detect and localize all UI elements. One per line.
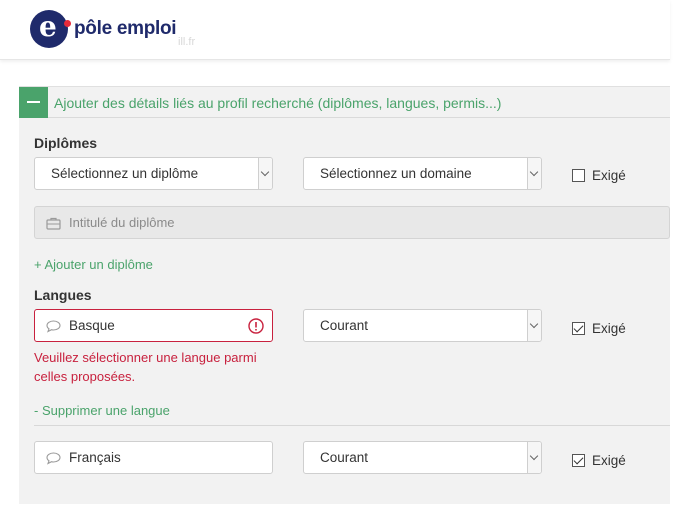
language-level-select[interactable]: Courant	[303, 309, 542, 342]
header-faded-text: ill.fr	[178, 36, 196, 48]
logo-text: pôle emploi	[74, 18, 177, 39]
language-error-message: Veuillez sélectionner une langue parmi c…	[34, 350, 257, 384]
language-input-value: Basque	[69, 318, 115, 333]
language-level-select-2[interactable]: Courant	[303, 441, 542, 474]
domain-select[interactable]: Sélectionnez un domaine	[303, 157, 542, 190]
chevron-down-icon[interactable]	[258, 158, 272, 189]
language-required-2[interactable]: Exigé	[572, 453, 626, 468]
language-level-value: Courant	[320, 318, 369, 333]
pole-emploi-logo[interactable]: e pôle emploi	[30, 10, 177, 48]
speech-bubble-icon	[46, 320, 61, 336]
language-input[interactable]: Basque	[34, 309, 273, 342]
briefcase-icon	[46, 217, 61, 233]
chevron-down-icon[interactable]	[527, 310, 541, 341]
panel-header[interactable]: Ajouter des détails liés au profil reche…	[19, 87, 670, 118]
chevron-down-icon[interactable]	[527, 442, 541, 473]
diploma-required-checkbox[interactable]	[572, 169, 585, 182]
diploma-required[interactable]: Exigé	[572, 168, 626, 183]
language-divider	[34, 425, 670, 426]
chevron-down-icon[interactable]	[527, 158, 541, 189]
diploma-required-label: Exigé	[592, 168, 626, 183]
add-diploma-link[interactable]: + Ajouter un diplôme	[34, 257, 153, 272]
panel-title[interactable]: Ajouter des détails liés au profil reche…	[54, 95, 501, 111]
language-required-label: Exigé	[592, 321, 626, 336]
language-required-2-checkbox[interactable]	[572, 454, 585, 467]
language-input-2[interactable]: Français	[34, 441, 273, 474]
error-alert-icon	[248, 318, 264, 337]
remove-language-link[interactable]: - Supprimer une langue	[34, 403, 170, 418]
language-level-2-value: Courant	[320, 450, 369, 465]
langues-label: Langues	[34, 287, 92, 303]
logo-e-icon: e	[30, 10, 71, 48]
collapse-minus-icon[interactable]	[19, 87, 48, 118]
domain-select-value: Sélectionnez un domaine	[320, 166, 472, 181]
diploma-select[interactable]: Sélectionnez un diplôme	[34, 157, 273, 190]
diploma-title-input[interactable]: Intitulé du diplôme	[34, 206, 670, 239]
language-required-2-label: Exigé	[592, 453, 626, 468]
site-header: e pôle emploi ill.fr	[0, 0, 670, 60]
language-required-checkbox[interactable]	[572, 322, 585, 335]
diploma-select-value: Sélectionnez un diplôme	[51, 166, 199, 181]
language-required[interactable]: Exigé	[572, 321, 626, 336]
diploma-title-placeholder: Intitulé du diplôme	[69, 215, 175, 230]
speech-bubble-icon	[46, 452, 61, 468]
diplomes-label: Diplômes	[34, 135, 98, 151]
language-input-2-value: Français	[69, 450, 121, 465]
